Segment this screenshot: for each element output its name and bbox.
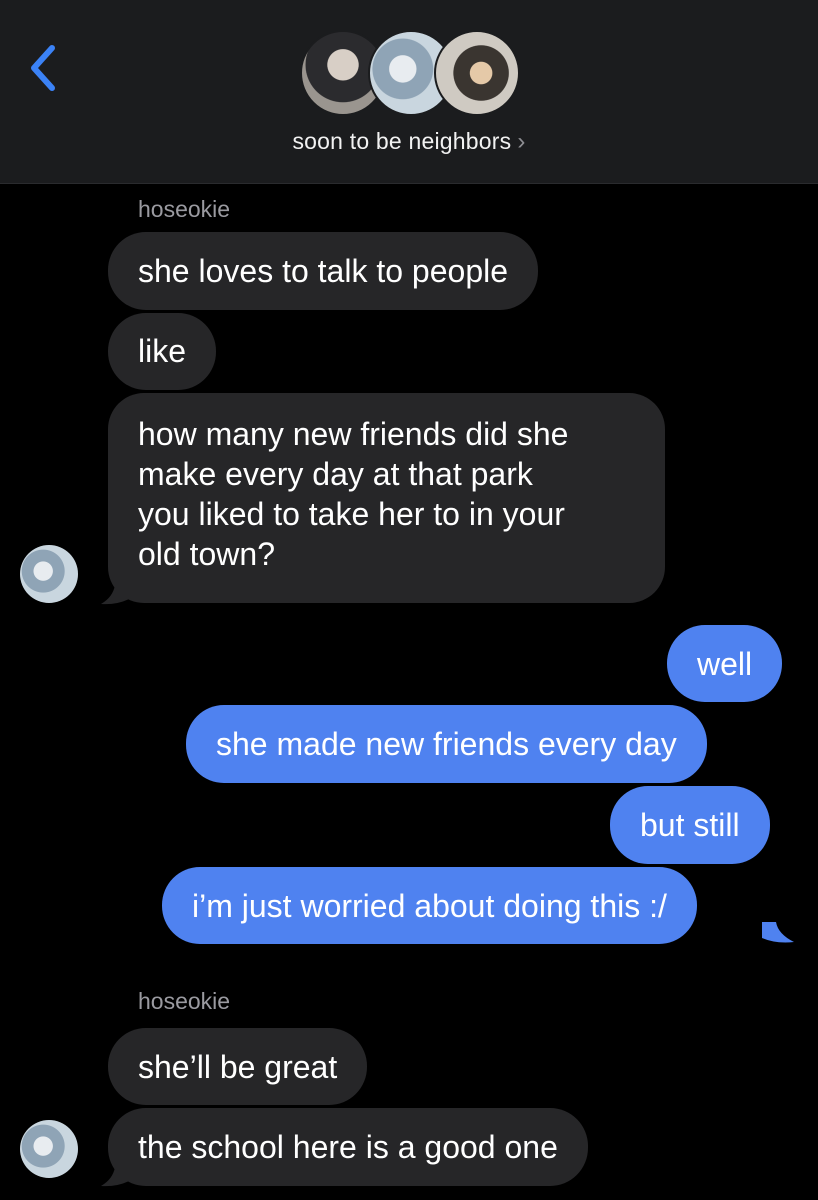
message-text: like — [138, 333, 187, 369]
sender-name: hoseokie — [138, 196, 231, 222]
bubble-tail — [762, 922, 794, 943]
back-button[interactable] — [22, 40, 66, 96]
conversation-header: soon to be neighbors › — [0, 0, 818, 184]
chevron-right-icon: › — [517, 128, 526, 155]
message-text: i’m just worried about doing this :/ — [192, 888, 667, 924]
avatar[interactable] — [20, 1120, 78, 1178]
message-text-line: old town? — [138, 536, 275, 572]
message-bubble-incoming[interactable]: she’ll be great — [108, 1028, 368, 1105]
group-avatars[interactable] — [300, 30, 520, 116]
message-bubble-incoming[interactable]: the school here is a good one — [108, 1108, 588, 1186]
bubble-tail — [101, 585, 129, 605]
message-text-line: make every day at that park — [138, 456, 533, 492]
group-name: soon to be neighbors — [292, 128, 512, 154]
message-text: she loves to talk to people — [138, 253, 509, 289]
message-bubble-outgoing[interactable]: she made new friends every day — [186, 705, 707, 783]
message-text: the school here is a good one — [138, 1129, 558, 1165]
chevron-left-icon — [31, 45, 55, 91]
message-bubble-incoming[interactable]: like — [108, 313, 217, 390]
group-name-link[interactable]: soon to be neighbors › — [0, 128, 818, 156]
bubble-tail — [101, 1167, 129, 1187]
message-bubble-incoming[interactable]: how many new friends did she make every … — [108, 393, 665, 603]
message-bubble-incoming[interactable]: she loves to talk to people — [108, 232, 539, 310]
message-text: well — [697, 646, 753, 682]
avatar[interactable] — [20, 545, 78, 603]
message-text-line: how many new friends did she — [138, 416, 569, 452]
message-text: she’ll be great — [138, 1049, 338, 1085]
avatar — [434, 30, 520, 116]
message-bubble-outgoing[interactable]: well — [667, 625, 783, 702]
message-bubble-outgoing[interactable]: i’m just worried about doing this :/ — [162, 867, 697, 944]
message-text: she made new friends every day — [216, 726, 677, 762]
message-bubble-outgoing[interactable]: but still — [610, 786, 770, 864]
message-text: but still — [640, 807, 740, 843]
message-text-line: you liked to take her to in your — [138, 496, 565, 532]
sender-name: hoseokie — [138, 988, 231, 1014]
